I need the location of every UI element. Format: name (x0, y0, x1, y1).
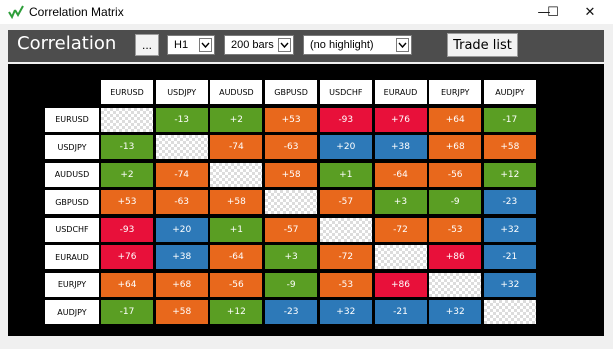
correlation-cell[interactable]: +58 (265, 162, 318, 187)
app-logo-icon (8, 5, 24, 19)
correlation-cell[interactable]: -23 (483, 190, 536, 214)
correlation-cell[interactable]: -13 (101, 135, 153, 159)
chevron-down-icon[interactable] (278, 38, 291, 52)
correlation-cell[interactable]: +1 (319, 162, 372, 187)
correlation-cell[interactable]: -56 (210, 272, 263, 297)
column-header: EURJPY (429, 80, 482, 104)
correlation-cell[interactable]: -21 (483, 245, 536, 269)
correlation-cell[interactable]: -53 (319, 272, 372, 297)
correlation-cell[interactable]: +3 (374, 190, 427, 214)
column-header: EURUSD (101, 80, 153, 104)
row-header: USDCHF (45, 217, 99, 242)
timeframe-select[interactable]: H1 (167, 35, 215, 55)
row-header: GBPUSD (45, 190, 99, 214)
row-header: AUDJPY (45, 300, 99, 324)
column-header: AUDJPY (483, 80, 536, 104)
highlight-select[interactable]: (no highlight) (303, 35, 412, 55)
title-bar[interactable]: Correlation Matrix — ☐ ✕ (0, 0, 613, 24)
chevron-down-icon[interactable] (396, 38, 409, 52)
window-title: Correlation Matrix (29, 5, 124, 19)
correlation-cell[interactable]: +58 (210, 190, 263, 214)
correlation-cell[interactable]: +64 (429, 107, 482, 132)
diagonal-cell[interactable] (374, 245, 427, 269)
row-header: AUDUSD (45, 162, 99, 187)
correlation-cell[interactable]: +32 (483, 217, 536, 242)
correlation-cell[interactable]: +76 (374, 107, 427, 132)
row-header: EURAUD (45, 245, 99, 269)
correlation-cell[interactable]: -72 (374, 217, 427, 242)
correlation-cell[interactable]: -93 (319, 107, 372, 132)
correlation-cell[interactable]: -63 (155, 190, 208, 214)
correlation-cell[interactable]: -64 (210, 245, 263, 269)
correlation-cell[interactable]: +76 (101, 245, 153, 269)
correlation-cell[interactable]: +12 (210, 300, 263, 324)
correlation-cell[interactable]: -17 (483, 107, 536, 132)
correlation-cell[interactable]: -64 (374, 162, 427, 187)
correlation-cell[interactable]: +20 (155, 217, 208, 242)
correlation-cell[interactable]: +3 (265, 245, 318, 269)
correlation-cell[interactable]: +2 (101, 162, 153, 187)
correlation-cell[interactable]: +12 (483, 162, 536, 187)
correlation-cell[interactable]: -74 (210, 135, 263, 159)
correlation-cell[interactable]: +32 (483, 272, 536, 297)
correlation-cell[interactable]: -57 (319, 190, 372, 214)
correlation-cell[interactable]: +32 (429, 300, 482, 324)
row-header: USDJPY (45, 135, 99, 159)
correlation-cell[interactable]: -93 (101, 217, 153, 242)
correlation-cell[interactable]: -21 (374, 300, 427, 324)
diagonal-cell[interactable] (319, 217, 372, 242)
correlation-cell[interactable]: -13 (155, 107, 208, 132)
correlation-cell[interactable]: -74 (155, 162, 208, 187)
correlation-cell[interactable]: -56 (429, 162, 482, 187)
correlation-cell[interactable]: -23 (265, 300, 318, 324)
correlation-cell[interactable]: -72 (319, 245, 372, 269)
correlation-cell[interactable]: +38 (155, 245, 208, 269)
timeframe-value: H1 (174, 39, 189, 51)
diagonal-cell[interactable] (265, 190, 318, 214)
column-header: AUDUSD (210, 80, 263, 104)
correlation-cell[interactable]: +58 (483, 135, 536, 159)
row-header: EURUSD (45, 107, 99, 132)
correlation-cell[interactable]: +58 (155, 300, 208, 324)
correlation-cell[interactable]: +1 (210, 217, 263, 242)
correlation-cell[interactable]: +20 (319, 135, 372, 159)
settings-button[interactable]: ... (135, 34, 159, 56)
correlation-cell[interactable]: +38 (374, 135, 427, 159)
correlation-cell[interactable]: +86 (429, 245, 482, 269)
close-button[interactable]: ✕ (567, 0, 613, 24)
diagonal-cell[interactable] (483, 300, 536, 324)
correlation-cell[interactable]: +2 (210, 107, 263, 132)
correlation-cell[interactable]: +68 (155, 272, 208, 297)
column-header: GBPUSD (265, 80, 318, 104)
correlation-cell[interactable]: +32 (319, 300, 372, 324)
correlation-cell[interactable]: -17 (101, 300, 153, 324)
correlation-cell[interactable]: +86 (374, 272, 427, 297)
bars-select[interactable]: 200 bars (224, 35, 294, 55)
toolbar: Correlation ... H1 200 bars (no highligh… (8, 30, 604, 62)
correlation-cell[interactable]: +53 (101, 190, 153, 214)
row-header: EURJPY (45, 272, 99, 297)
bars-value: 200 bars (231, 39, 274, 51)
correlation-matrix: EURUSD USDJPY AUDUSD GBPUSD USDCHF EURAUD EURJ… (8, 64, 604, 336)
column-header: USDJPY (155, 80, 208, 104)
chevron-down-icon[interactable] (199, 38, 212, 52)
correlation-cell[interactable]: +64 (101, 272, 153, 297)
column-header: USDCHF (319, 80, 372, 104)
correlation-cell[interactable]: -63 (265, 135, 318, 159)
correlation-cell[interactable]: -57 (265, 217, 318, 242)
correlation-cell[interactable]: -9 (429, 190, 482, 214)
highlight-value: (no highlight) (310, 39, 374, 51)
correlation-cell[interactable]: -9 (265, 272, 318, 297)
correlation-cell[interactable]: +68 (429, 135, 482, 159)
column-header: EURAUD (374, 80, 427, 104)
correlation-cell[interactable]: -53 (429, 217, 482, 242)
diagonal-cell[interactable] (155, 135, 208, 159)
correlation-cell[interactable]: +53 (265, 107, 318, 132)
trade-list-button[interactable]: Trade list (447, 33, 518, 57)
diagonal-cell[interactable] (210, 162, 263, 187)
page-title: Correlation (17, 33, 117, 54)
diagonal-cell[interactable] (429, 272, 482, 297)
diagonal-cell[interactable] (101, 107, 153, 132)
